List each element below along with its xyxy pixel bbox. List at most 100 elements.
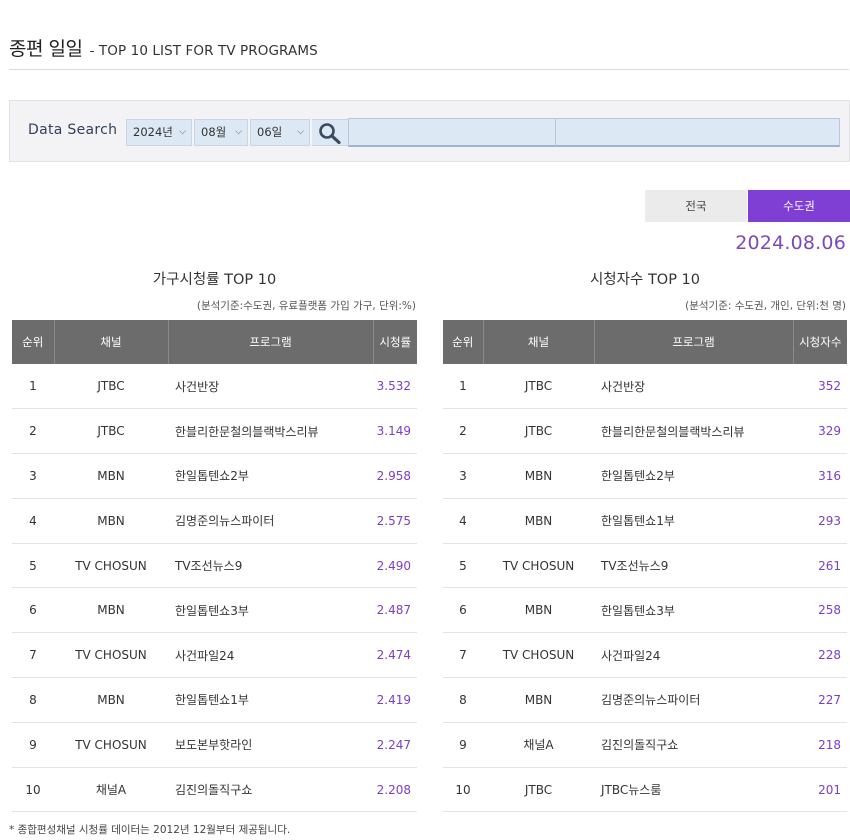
table-row: 1 JTBC 사건반장 3.532 <box>12 364 417 410</box>
rank-cell: 5 <box>12 543 54 589</box>
table-row: 3 MBN 한일톱텐쇼2부 316 <box>443 453 847 499</box>
tab-capital-area[interactable]: 수도권 <box>748 190 850 222</box>
chevron-down-icon: ⌵ <box>297 127 304 137</box>
table-row: 10 JTBC JTBC뉴스룸 201 <box>443 767 847 813</box>
day-value: 06일 <box>257 125 283 139</box>
search-input-left[interactable] <box>348 118 556 147</box>
viewers-table-title: 시청자수 TOP 10 <box>589 272 701 288</box>
table-row: 6 MBN 한일톱텐쇼3부 2.487 <box>12 587 417 634</box>
chevron-down-icon: ⌵ <box>179 127 186 137</box>
table-row: 7 TV CHOSUN 사건파일24 228 <box>443 632 847 679</box>
channel-cell: JTBC <box>483 364 594 410</box>
rank-cell: 10 <box>12 767 54 813</box>
value-cell: 2.575 <box>373 498 417 544</box>
value-cell: 329 <box>793 408 847 455</box>
channel-cell: MBN <box>483 498 594 544</box>
table-row: 6 MBN 한일톱텐쇼3부 258 <box>443 587 847 634</box>
channel-cell: JTBC <box>483 408 594 455</box>
value-cell: 2.958 <box>373 453 417 499</box>
page-subtitle: - TOP 10 LIST FOR TV PROGRAMS <box>89 43 318 59</box>
channel-cell: MBN <box>483 677 594 723</box>
table-row: 8 MBN 김명준의뉴스파이터 227 <box>443 677 847 723</box>
month-value: 08월 <box>201 125 227 139</box>
channel-cell: JTBC <box>54 364 168 410</box>
year-value: 2024년 <box>133 125 173 139</box>
rank-cell: 6 <box>12 587 54 634</box>
table-row: 4 MBN 한일톱텐쇼1부 293 <box>443 498 847 544</box>
program-cell: 사건반장 <box>594 364 793 410</box>
program-cell: 보도본부핫라인 <box>168 722 373 768</box>
value-cell: 3.532 <box>373 364 417 410</box>
channel-cell: 채널A <box>483 722 594 768</box>
rank-cell: 7 <box>12 632 54 679</box>
table-row: 5 TV CHOSUN TV조선뉴스9 2.490 <box>12 543 417 589</box>
col-header-rank: 순위 <box>443 320 484 364</box>
program-cell: JTBC뉴스룸 <box>594 767 793 813</box>
rank-cell: 3 <box>12 453 54 499</box>
value-cell: 293 <box>793 498 847 544</box>
channel-cell: TV CHOSUN <box>54 722 168 768</box>
program-cell: 김진의돌직구쇼 <box>594 722 793 768</box>
col-header-program: 프로그램 <box>168 320 374 364</box>
day-select[interactable]: 06일 ⌵ <box>250 119 310 146</box>
rank-cell: 1 <box>443 364 483 410</box>
value-cell: 316 <box>793 453 847 499</box>
household-table-note: (분석기준:수도권, 유료플랫폼 가입 가구, 단위:%) <box>196 300 416 312</box>
program-cell: 김명준의뉴스파이터 <box>168 498 373 544</box>
col-header-viewers: 시청자수 <box>793 320 847 364</box>
household-rating-table: 순위 채널 프로그램 시청률 1 JTBC 사건반장 3.532 2 JTBC 한블리한문철… <box>12 320 417 813</box>
value-cell: 218 <box>793 722 847 768</box>
col-header-program: 프로그램 <box>594 320 794 364</box>
rank-cell: 8 <box>12 677 54 723</box>
table-row: 7 TV CHOSUN 사건파일24 2.474 <box>12 632 417 679</box>
program-cell: 사건파일24 <box>168 632 373 679</box>
program-cell: 김명준의뉴스파이터 <box>594 677 793 723</box>
table-row: 1 JTBC 사건반장 352 <box>443 364 847 410</box>
channel-cell: MBN <box>483 587 594 634</box>
value-cell: 2.487 <box>373 587 417 634</box>
program-cell: 한일톱텐쇼1부 <box>594 498 793 544</box>
value-cell: 258 <box>793 587 847 634</box>
channel-cell: JTBC <box>54 408 168 455</box>
search-icon <box>319 123 341 144</box>
table-row: 10 채널A 김진의돌직구쇼 2.208 <box>12 767 417 813</box>
channel-cell: TV CHOSUN <box>54 543 168 589</box>
footnote: * 종합편성채널 시청률 데이터는 2012년 12월부터 제공됩니다. <box>9 824 291 836</box>
rank-cell: 8 <box>443 677 483 723</box>
channel-cell: JTBC <box>483 767 594 813</box>
program-cell: 사건파일24 <box>594 632 793 679</box>
program-cell: 한일톱텐쇼1부 <box>168 677 373 723</box>
channel-cell: MBN <box>483 453 594 499</box>
value-cell: 2.419 <box>373 677 417 723</box>
program-cell: 사건반장 <box>168 364 373 410</box>
rank-cell: 9 <box>443 722 483 768</box>
year-select[interactable]: 2024년 ⌵ <box>126 119 192 146</box>
channel-cell: TV CHOSUN <box>483 543 594 589</box>
col-header-rank: 순위 <box>12 320 55 364</box>
col-header-rating: 시청률 <box>373 320 417 364</box>
viewer-count-table: 순위 채널 프로그램 시청자수 1 JTBC 사건반장 352 2 JTBC 한블리한문철의… <box>443 320 847 813</box>
month-select[interactable]: 08월 ⌵ <box>194 119 248 146</box>
report-date: 2024.08.06 <box>735 232 846 254</box>
chevron-down-icon: ⌵ <box>235 127 242 137</box>
tab-national[interactable]: 전국 <box>645 190 747 222</box>
rank-cell: 6 <box>443 587 483 634</box>
table-row: 9 TV CHOSUN 보도본부핫라인 2.247 <box>12 722 417 768</box>
col-header-channel: 채널 <box>483 320 595 364</box>
value-cell: 352 <box>793 364 847 410</box>
table-row: 9 채널A 김진의돌직구쇼 218 <box>443 722 847 768</box>
rank-cell: 4 <box>12 498 54 544</box>
page-title: 종편 일일 <box>9 38 83 60</box>
rank-cell: 5 <box>443 543 483 589</box>
search-input-right[interactable] <box>555 118 840 147</box>
rank-cell: 9 <box>12 722 54 768</box>
table-row: 2 JTBC 한블리한문철의블랙박스리뷰 3.149 <box>12 408 417 455</box>
value-cell: 2.474 <box>373 632 417 679</box>
table-row: 4 MBN 김명준의뉴스파이터 2.575 <box>12 498 417 544</box>
channel-cell: TV CHOSUN <box>54 632 168 679</box>
search-button[interactable] <box>312 119 348 146</box>
table-header-row: 순위 채널 프로그램 시청자수 <box>443 320 847 364</box>
rank-cell: 2 <box>12 408 54 455</box>
table-row: 3 MBN 한일톱텐쇼2부 2.958 <box>12 453 417 499</box>
search-label: Data Search <box>28 122 118 138</box>
